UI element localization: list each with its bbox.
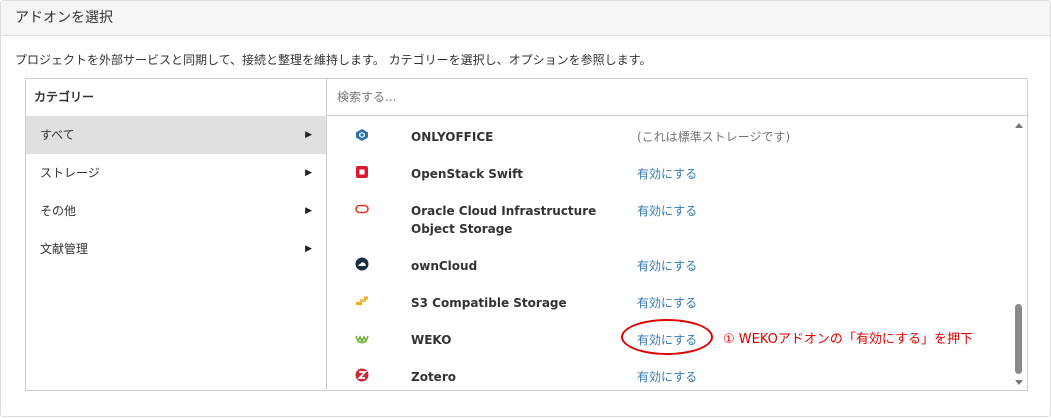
addon-name: OpenStack Swift bbox=[411, 167, 524, 181]
enable-link-openstack-swift[interactable]: 有効にする bbox=[637, 165, 697, 183]
addon-name-line2: Object Storage bbox=[411, 222, 513, 236]
panel-title: アドオンを選択 bbox=[1, 1, 1050, 36]
caret-right-icon: ▶ bbox=[305, 244, 312, 254]
addon-name: ONLYOFFICE bbox=[411, 130, 494, 144]
addon-name: ownCloud bbox=[411, 259, 478, 273]
category-item-other[interactable]: その他 ▶ bbox=[26, 192, 326, 230]
enable-link-zotero[interactable]: 有効にする bbox=[637, 368, 697, 386]
category-item-citations[interactable]: 文献管理 ▶ bbox=[26, 230, 326, 268]
addon-name: Oracle Cloud Infrastructure bbox=[411, 204, 597, 218]
enable-link-s3-compatible[interactable]: 有効にする bbox=[637, 294, 697, 312]
addon-list-scrollbar[interactable] bbox=[1013, 119, 1025, 387]
annotation-highlight-ellipse bbox=[621, 319, 713, 355]
scroll-down-icon[interactable] bbox=[1015, 380, 1023, 385]
addon-row-s3-compatible: S3 Compatible Storage 有効にする bbox=[327, 292, 1012, 316]
caret-right-icon: ▶ bbox=[305, 168, 312, 178]
owncloud-icon bbox=[355, 257, 369, 271]
category-label: ストレージ bbox=[40, 166, 100, 180]
search-input[interactable] bbox=[327, 79, 1027, 116]
category-label: その他 bbox=[40, 204, 77, 218]
onlyoffice-icon bbox=[355, 128, 369, 142]
category-item-all[interactable]: すべて ▶ bbox=[26, 116, 326, 154]
addon-row-onlyoffice: ONLYOFFICE (これは標準ストレージです) bbox=[327, 126, 1012, 150]
category-column: カテゴリー すべて ▶ ストレージ ▶ その他 ▶ 文献管理 ▶ bbox=[26, 79, 327, 390]
category-label: 文献管理 bbox=[40, 242, 89, 256]
openstack-icon bbox=[355, 165, 369, 179]
oracle-icon bbox=[355, 202, 369, 216]
addon-row-owncloud: ownCloud 有効にする bbox=[327, 255, 1012, 279]
enable-link-owncloud[interactable]: 有効にする bbox=[637, 257, 697, 275]
category-header: カテゴリー bbox=[34, 90, 95, 104]
addon-select-panel: アドオンを選択 プロジェクトを外部サービスと同期して、接続と整理を維持します。 … bbox=[0, 0, 1051, 417]
s3-icon bbox=[355, 294, 369, 308]
caret-right-icon: ▶ bbox=[305, 206, 312, 216]
addon-row-openstack-swift: OpenStack Swift 有効にする bbox=[327, 163, 1012, 187]
enable-link-oracle-cloud[interactable]: 有効にする bbox=[637, 202, 697, 220]
addon-name: WEKO bbox=[411, 333, 452, 347]
category-label: すべて bbox=[40, 128, 75, 142]
category-item-storage[interactable]: ストレージ ▶ bbox=[26, 154, 326, 192]
addon-name: S3 Compatible Storage bbox=[411, 296, 567, 310]
weko-icon bbox=[355, 331, 369, 345]
caret-right-icon: ▶ bbox=[305, 130, 312, 140]
scroll-up-icon[interactable] bbox=[1015, 123, 1023, 128]
addon-row-oracle-cloud: Oracle Cloud Infrastructure Object Stora… bbox=[327, 200, 1012, 240]
default-storage-note: (これは標準ストレージです) bbox=[637, 130, 791, 144]
panel-description: プロジェクトを外部サービスと同期して、接続と整理を維持します。 カテゴリーを選択… bbox=[15, 53, 652, 67]
addon-name: Zotero bbox=[411, 370, 456, 384]
zotero-icon bbox=[355, 368, 369, 382]
scroll-thumb[interactable] bbox=[1015, 304, 1022, 374]
addon-row-zotero: Zotero 有効にする bbox=[327, 366, 1012, 390]
annotation-text: ① WEKOアドオンの「有効にする」を押下 bbox=[723, 332, 974, 347]
